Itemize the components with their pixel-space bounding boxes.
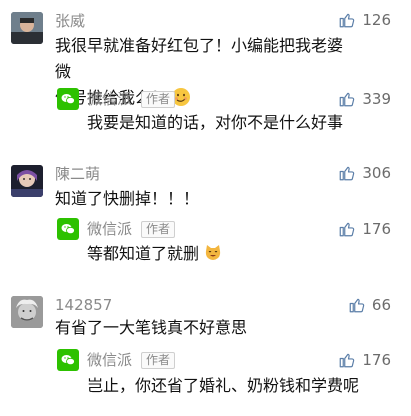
reply-text-content: 等都知道了就删 — [87, 244, 200, 263]
like-button[interactable]: 306 — [338, 164, 391, 182]
reply-text: 我要是知道的话，对你不是什么好事 — [87, 113, 344, 132]
reply-author-name[interactable]: 微信派 — [87, 220, 132, 238]
reply-text: 等都知道了就删 — [87, 243, 387, 265]
like-button[interactable]: 126 — [338, 11, 391, 29]
reply-like-button[interactable]: 339 — [338, 90, 391, 108]
like-count: 126 — [362, 11, 391, 29]
cat-emoji-icon — [205, 245, 221, 260]
reply-author-name[interactable]: 微信派 — [87, 90, 132, 108]
avatar-photo-icon — [11, 296, 43, 328]
wechat-logo-icon[interactable] — [57, 218, 79, 240]
thumbs-up-icon — [349, 298, 365, 313]
username[interactable]: 陳二萌 — [55, 165, 100, 183]
thumbs-up-icon — [340, 92, 355, 107]
comment-text: 有省了一大笔钱真不好意思 — [55, 318, 248, 337]
comment-text: 知道了快删掉！！！ — [55, 189, 200, 208]
reply-like-button[interactable]: 176 — [338, 351, 391, 369]
avatar-photo-icon — [11, 12, 43, 44]
avatar[interactable] — [11, 12, 43, 44]
author-badge: 作者 — [141, 352, 176, 369]
like-count: 66 — [371, 296, 391, 314]
username[interactable]: 142857 — [55, 296, 112, 314]
username[interactable]: 张威 — [55, 12, 85, 30]
comment-1: 张威 126 我很早就准备好红包了！小编能把我老婆微 信号推给我么？ 微信派 作… — [0, 0, 411, 145]
avatar[interactable] — [11, 165, 43, 197]
wechat-bubble-icon — [61, 94, 75, 105]
like-count: 339 — [362, 90, 391, 108]
author-badge: 作者 — [141, 91, 176, 108]
wechat-logo-icon[interactable] — [57, 88, 79, 110]
reply-like-button[interactable]: 176 — [338, 220, 391, 238]
wechat-bubble-icon — [61, 224, 75, 235]
comment-text-line: 我很早就准备好红包了！小编能把我老婆微 — [55, 36, 344, 81]
reply-author-name[interactable]: 微信派 — [87, 351, 132, 369]
avatar[interactable] — [11, 296, 43, 328]
thumbs-up-icon — [340, 222, 355, 237]
wechat-logo-icon[interactable] — [57, 349, 79, 371]
thumbs-up-icon — [340, 353, 355, 368]
like-count: 306 — [362, 164, 391, 182]
thumbs-up-icon — [340, 13, 355, 28]
like-count: 176 — [362, 351, 391, 369]
wechat-bubble-icon — [61, 355, 75, 366]
like-count: 176 — [362, 220, 391, 238]
reply-text: 岂止，你还省了婚礼、奶粉钱和学费呢 — [87, 376, 360, 395]
thumbs-up-icon — [340, 166, 355, 181]
like-button[interactable]: 66 — [348, 296, 391, 314]
avatar-photo-icon — [11, 165, 43, 197]
author-badge: 作者 — [141, 221, 176, 238]
